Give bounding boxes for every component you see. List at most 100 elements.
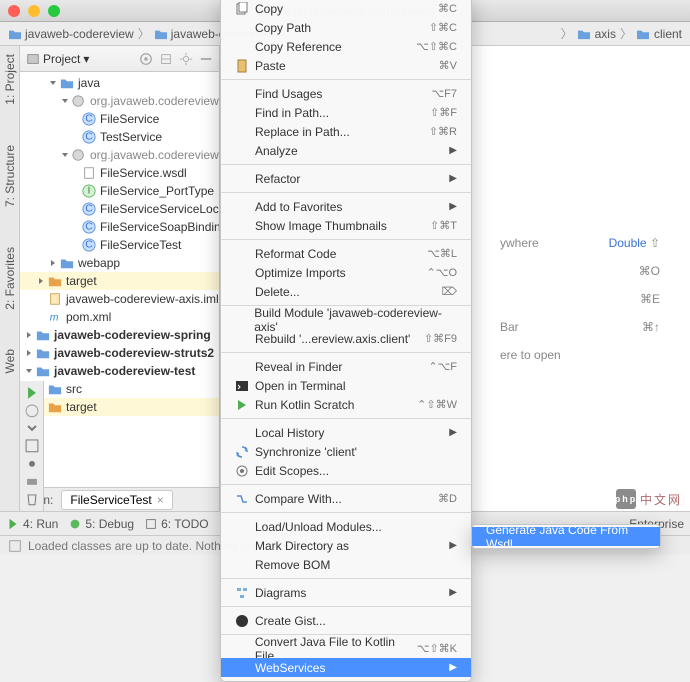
run-tab[interactable]: FileServiceTest × — [61, 490, 172, 510]
tree-node-java[interactable]: java — [20, 74, 219, 92]
tree-node-class[interactable]: CFileServiceServiceLocator — [20, 200, 219, 218]
ctx-show-thumb[interactable]: Show Image Thumbnails⇧⌘T — [221, 216, 471, 235]
folder-icon — [154, 28, 168, 40]
folder-icon — [60, 256, 74, 270]
bottom-run[interactable]: 4: Run — [6, 517, 58, 531]
ctx-delete[interactable]: Delete...⌦ — [221, 282, 471, 301]
ctx-create-gist[interactable]: Create Gist... — [221, 611, 471, 630]
ctx-remove-bom[interactable]: Remove BOM — [221, 555, 471, 574]
breadcrumb-label: axis — [595, 27, 616, 41]
ctx-copy[interactable]: Copy⌘C — [221, 0, 471, 18]
tab-web[interactable]: Web — [3, 349, 17, 373]
chevron-right-icon: ▶ — [449, 662, 457, 673]
tree-node-module[interactable]: javaweb-codereview-struts2 — [20, 344, 219, 362]
ctx-optimize-imports[interactable]: Optimize Imports⌃⌥O — [221, 263, 471, 282]
gear-icon[interactable] — [179, 52, 193, 66]
interface-icon: I — [82, 184, 96, 198]
folder-icon — [48, 274, 62, 288]
close-icon[interactable]: × — [157, 493, 164, 507]
pin-icon[interactable] — [24, 456, 40, 472]
ctx-generate-wsdl[interactable]: Generate Java Code From Wsdl... — [472, 527, 660, 546]
ctx-refactor[interactable]: Refactor▶ — [221, 169, 471, 188]
tree-node-module[interactable]: javaweb-codereview-test — [20, 362, 219, 380]
ctx-synchronize[interactable]: Synchronize 'client' — [221, 442, 471, 461]
ctx-mark-directory[interactable]: Mark Directory as▶ — [221, 536, 471, 555]
ctx-run-kotlin[interactable]: Run Kotlin Scratch⌃⇧⌘W — [221, 395, 471, 414]
stop-icon[interactable] — [24, 403, 40, 419]
ctx-copy-path[interactable]: Copy Path⇧⌘C — [221, 18, 471, 37]
chevron-right-icon: ▶ — [449, 173, 457, 184]
tree-node-class[interactable]: CFileService — [20, 110, 219, 128]
tree-node-folder[interactable]: src — [20, 380, 219, 398]
tree-node-file[interactable]: mpom.xml — [20, 308, 219, 326]
ctx-paste[interactable]: Paste⌘V — [221, 56, 471, 75]
collapse-icon[interactable] — [159, 52, 173, 66]
bottom-todo[interactable]: 6: TODO — [144, 517, 209, 531]
ctx-load-unload[interactable]: Load/Unload Modules... — [221, 517, 471, 536]
chevron-right-icon — [48, 258, 58, 268]
left-tool-tabs: 1: Project 7: Structure 2: Favorites Web — [0, 46, 20, 511]
ctx-find-usages[interactable]: Find Usages⌥F7 — [221, 84, 471, 103]
hide-icon[interactable] — [199, 52, 213, 66]
tree-node-package[interactable]: org.javaweb.codereview.axis — [20, 146, 219, 164]
class-icon: C — [82, 238, 96, 252]
diagram-icon — [235, 586, 249, 600]
chevron-down-icon — [48, 78, 58, 88]
todo-icon — [144, 517, 158, 531]
down-icon[interactable] — [24, 420, 40, 436]
watermark: php 中文网 — [616, 489, 682, 509]
ctx-build-module[interactable]: Build Module 'javaweb-codereview-axis' — [221, 310, 471, 329]
tab-structure[interactable]: 7: Structure — [3, 145, 17, 207]
tree-node-interface[interactable]: IFileService_PortType — [20, 182, 219, 200]
tree-node-folder[interactable]: target — [20, 272, 219, 290]
ctx-local-history[interactable]: Local History▶ — [221, 423, 471, 442]
run-icon — [235, 398, 249, 412]
ctx-find-path[interactable]: Find in Path...⇧⌘F — [221, 103, 471, 122]
trash-icon[interactable] — [24, 491, 40, 507]
chevron-right-icon: 〉 — [138, 25, 150, 42]
target-icon[interactable] — [139, 52, 153, 66]
ctx-rebuild[interactable]: Rebuild '...ereview.axis.client'⇧⌘F9 — [221, 329, 471, 348]
ctx-replace-path[interactable]: Replace in Path...⇧⌘R — [221, 122, 471, 141]
run-toolbar — [20, 381, 44, 511]
ctx-reveal-finder[interactable]: Reveal in Finder⌃⌥F — [221, 357, 471, 376]
breadcrumb-seg[interactable]: javaweb-codereview — [8, 27, 134, 41]
close-window-button[interactable] — [8, 5, 20, 17]
project-view-selector[interactable]: Project ▾ — [26, 52, 89, 66]
tree-node-package[interactable]: org.javaweb.codereview.axis — [20, 92, 219, 110]
bottom-debug[interactable]: 5: Debug — [68, 517, 134, 531]
print-icon[interactable] — [24, 474, 40, 490]
package-icon — [72, 94, 86, 108]
layout-icon[interactable] — [24, 438, 40, 454]
tree-node-class[interactable]: CFileServiceSoapBindingSt — [20, 218, 219, 236]
sync-icon — [235, 445, 249, 459]
tree-node-class[interactable]: CFileServiceTest — [20, 236, 219, 254]
ctx-edit-scopes[interactable]: Edit Scopes... — [221, 461, 471, 480]
ctx-reformat[interactable]: Reformat Code⌥⌘L — [221, 244, 471, 263]
svg-text:C: C — [85, 203, 93, 215]
ctx-analyze[interactable]: Analyze▶ — [221, 141, 471, 160]
tab-favorites[interactable]: 2: Favorites — [3, 247, 17, 310]
folder-icon — [48, 382, 62, 396]
ctx-add-favorites[interactable]: Add to Favorites▶ — [221, 197, 471, 216]
minimize-window-button[interactable] — [28, 5, 40, 17]
tree-node-class[interactable]: CTestService — [20, 128, 219, 146]
tab-project[interactable]: 1: Project — [3, 54, 17, 105]
ctx-open-terminal[interactable]: Open in Terminal — [221, 376, 471, 395]
tree-node-folder[interactable]: webapp — [20, 254, 219, 272]
ctx-copy-ref[interactable]: Copy Reference⌥⇧⌘C — [221, 37, 471, 56]
ctx-convert-kotlin[interactable]: Convert Java File to Kotlin File⌥⇧⌘K — [221, 639, 471, 658]
tree-node-folder[interactable]: target — [20, 398, 219, 416]
ctx-webservices[interactable]: WebServices▶ — [221, 658, 471, 677]
terminal-icon — [235, 379, 249, 393]
project-tree[interactable]: java org.javaweb.codereview.axis CFileSe… — [20, 72, 219, 487]
tip-link[interactable]: Double — [609, 236, 647, 250]
tree-node-file[interactable]: javaweb-codereview-axis.iml — [20, 290, 219, 308]
ctx-diagrams[interactable]: Diagrams▶ — [221, 583, 471, 602]
tree-node-module[interactable]: javaweb-codereview-spring — [20, 326, 219, 344]
zoom-window-button[interactable] — [48, 5, 60, 17]
ctx-compare[interactable]: Compare With...⌘D — [221, 489, 471, 508]
tree-node-file[interactable]: FileService.wsdl — [20, 164, 219, 182]
rerun-icon[interactable] — [24, 385, 40, 401]
folder-icon — [636, 28, 650, 40]
